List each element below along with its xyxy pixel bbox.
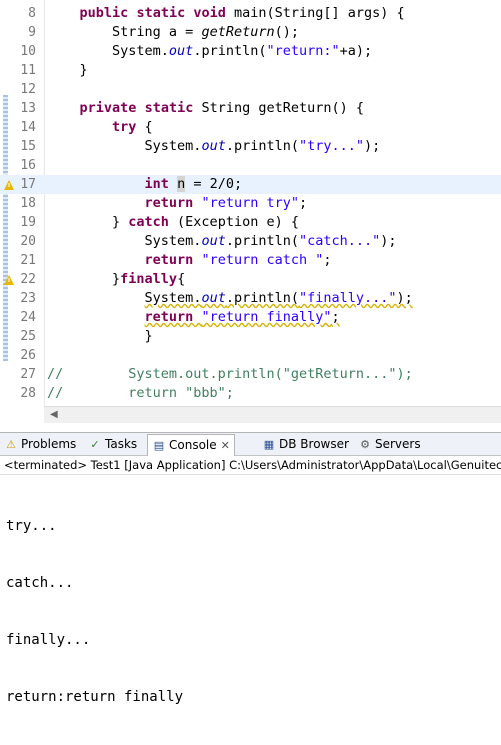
tab-label: Servers [375,437,421,451]
code-text[interactable]: } [47,61,88,80]
line-number: 9 [28,25,36,40]
code-text[interactable]: } [47,327,153,346]
console-line: finally... [6,632,91,648]
line-number: 20 [20,234,36,249]
code-text[interactable]: } catch (Exception e) { [47,213,299,232]
line-number: 19 [20,215,36,230]
code-text[interactable]: // System.out.println("getReturn..."); [47,365,413,384]
tab-problems[interactable]: ⚠ Problems [4,434,76,454]
code-text[interactable]: private static String getReturn() { [47,99,365,118]
line-number: 16 [20,158,36,173]
code-line[interactable]: 14 try { [0,118,501,137]
code-text[interactable]: System.out.println("return:"+a); [47,42,372,61]
code-text[interactable]: System.out.println("catch..."); [47,232,397,251]
code-text[interactable]: try { [47,118,153,137]
code-text[interactable]: System.out.println("try..."); [47,137,381,156]
code-line[interactable]: 10 System.out.println("return:"+a); [0,42,501,61]
console-line: return:return finally [6,689,184,705]
line-number: 12 [20,82,36,97]
code-text[interactable]: return "return try"; [47,194,308,213]
tab-console[interactable]: ▤ Console ✕ [147,434,235,456]
code-line[interactable]: 9 String a = getReturn(); [0,23,501,42]
line-number: 15 [20,139,36,154]
line-number: 24 [20,310,36,325]
tasks-icon: ✓ [90,438,100,451]
scroll-left-icon[interactable]: ◀ [50,409,58,420]
tab-db-browser[interactable]: ▦ DB Browser [262,434,349,454]
line-number: 10 [20,44,36,59]
warning-icon [4,275,14,285]
warning-icon [4,180,14,190]
view-tab-bar: ⚠ Problems ✓ Tasks ▤ Console ✕ ▦ DB Browser ⚙… [0,433,501,456]
line-number: 14 [20,120,36,135]
line-number: 25 [20,329,36,344]
console-line: catch... [6,575,74,591]
code-line[interactable]: 21 return "return catch "; [0,251,501,270]
code-text[interactable]: String a = getReturn(); [47,23,299,42]
code-line[interactable]: 18 return "return try"; [0,194,501,213]
code-line[interactable]: 25 } [0,327,501,346]
console-line: try... [6,518,57,534]
tab-label: Problems [21,437,77,451]
code-line[interactable]: 16 [0,156,501,175]
code-line[interactable]: 28 // return "bbb"; [0,384,501,403]
code-text[interactable]: // return "bbb"; [47,384,234,403]
code-line[interactable]: 23 System.out.println("finally..."); [0,289,501,308]
console-icon: ▤ [153,439,165,452]
line-number: 27 [20,367,36,382]
code-text[interactable]: public static void main(String[] args) { [47,4,405,23]
code-line[interactable]: 22 }finally{ [0,270,501,289]
db-browser-icon: ▦ [263,438,275,451]
tab-label: DB Browser [279,437,349,451]
console-panel: ⚠ Problems ✓ Tasks ▤ Console ✕ ▦ DB Browser ⚙… [0,432,501,705]
code-line[interactable]: 13 private static String getReturn() { [0,99,501,118]
close-icon[interactable]: ✕ [221,439,230,452]
line-number: 23 [20,291,36,306]
code-line[interactable]: 24 return "return finally"; [0,308,501,327]
line-number: 26 [20,348,36,363]
code-line[interactable]: 12 [0,80,501,99]
tab-label: Tasks [105,437,138,451]
code-text[interactable]: }finally{ [47,270,185,289]
line-number: 18 [20,196,36,211]
code-line[interactable]: 19 } catch (Exception e) { [0,213,501,232]
code-line[interactable]: 15 System.out.println("try..."); [0,137,501,156]
code-line[interactable]: 20 System.out.println("catch..."); [0,232,501,251]
problems-icon: ⚠ [6,438,16,451]
code-text[interactable]: return "return finally"; [47,308,340,327]
servers-icon: ⚙ [360,438,370,451]
line-number: 11 [20,63,36,78]
tab-tasks[interactable]: ✓ Tasks [88,434,137,454]
code-text[interactable]: System.out.println("finally..."); [47,289,413,308]
code-line[interactable]: 11 } [0,61,501,80]
code-line[interactable]: 8 public static void main(String[] args)… [0,4,501,23]
line-number: 8 [28,6,36,21]
line-number: 21 [20,253,36,268]
console-status: <terminated> Test1 [Java Application] C:… [0,456,501,475]
code-line[interactable]: 27 // System.out.println("getReturn..."); [0,365,501,384]
horizontal-scrollbar[interactable]: ◀ [44,406,501,423]
tab-servers[interactable]: ⚙ Servers [358,434,421,454]
tab-label: Console [169,438,217,452]
code-text[interactable]: return "return catch "; [47,251,332,270]
code-line[interactable]: 17 int n = 2/0; [0,175,501,194]
code-editor[interactable]: 8 public static void main(String[] args)… [0,0,501,406]
code-text[interactable]: int n = 2/0; [47,175,242,194]
console-output[interactable]: try... catch... finally... return:return… [6,479,183,745]
code-line[interactable]: 26 [0,346,501,365]
line-number: 28 [20,386,36,401]
line-number: 13 [20,101,36,116]
